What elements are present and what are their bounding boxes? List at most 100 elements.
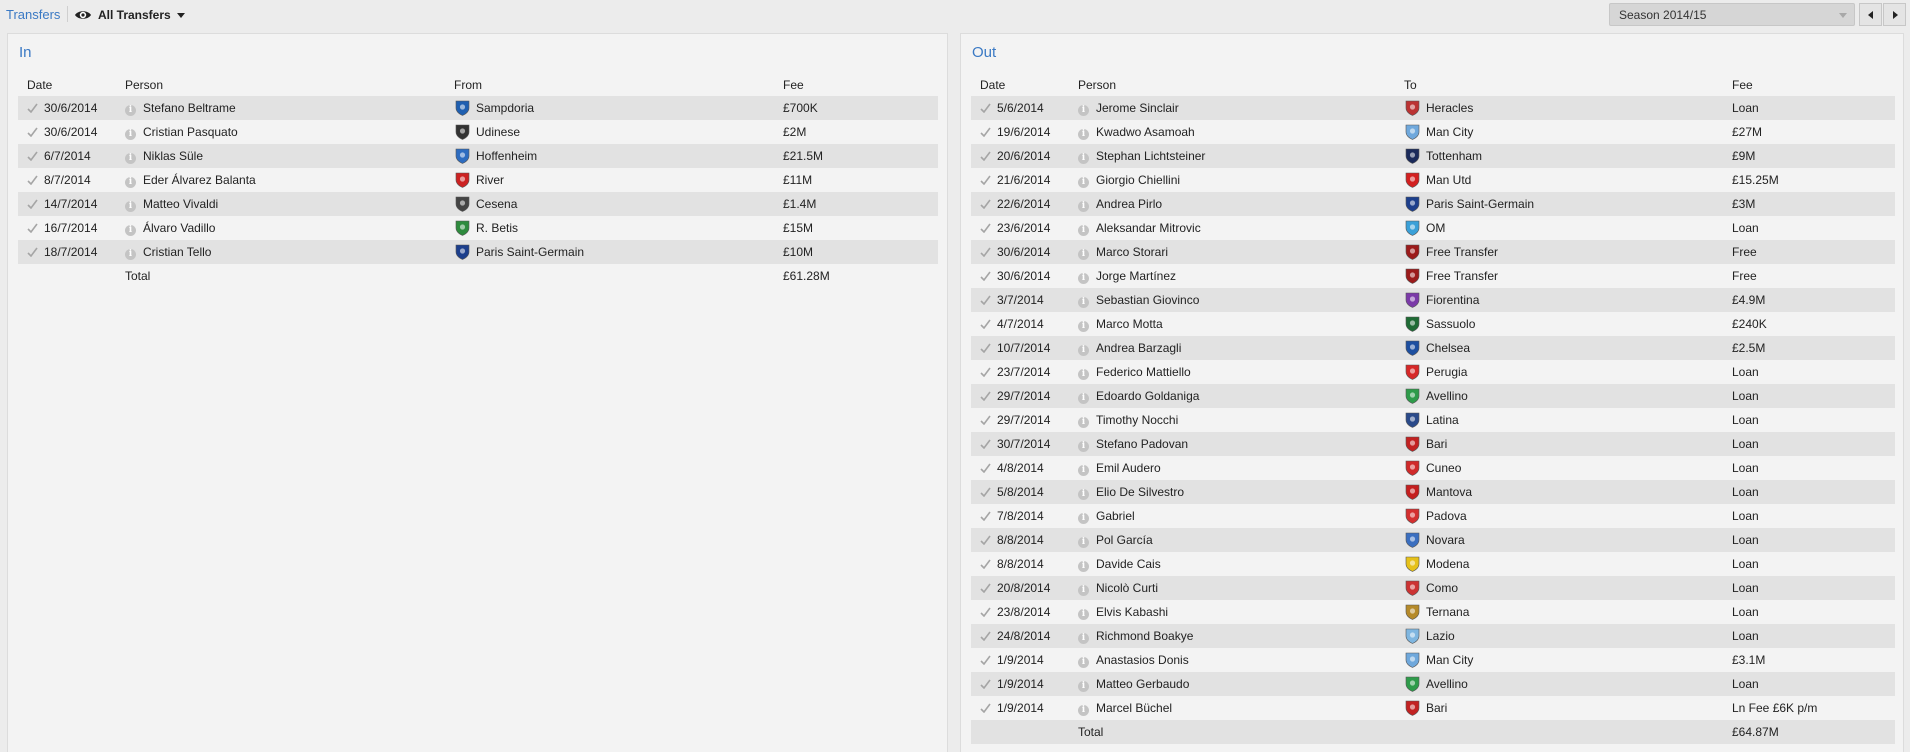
club-link[interactable]: Mantova [1426,485,1472,499]
previous-season-button[interactable] [1859,3,1882,26]
table-row[interactable]: 8/8/2014 i Pol García Novara Loan [971,528,1895,552]
club-link[interactable]: Heracles [1426,101,1473,115]
info-icon[interactable]: i [1078,537,1089,548]
table-row[interactable]: 16/7/2014 i Álvaro Vadillo R. Betis £15M [18,216,938,240]
info-icon[interactable]: i [1078,513,1089,524]
club-link[interactable]: Bari [1426,437,1447,451]
table-row[interactable]: 29/7/2014 i Edoardo Goldaniga Avellino Loan [971,384,1895,408]
person-link[interactable]: Elvis Kabashi [1096,605,1168,619]
info-icon[interactable]: i [1078,273,1089,284]
club-link[interactable]: Paris Saint-Germain [476,245,584,259]
person-link[interactable]: Marco Motta [1096,317,1163,331]
table-row[interactable]: 24/8/2014 i Richmond Boakye Lazio Loan [971,624,1895,648]
person-link[interactable]: Anastasios Donis [1096,653,1189,667]
person-link[interactable]: Jerome Sinclair [1096,101,1179,115]
header-person[interactable]: Person [125,74,163,96]
info-icon[interactable]: i [125,225,136,236]
table-row[interactable]: 4/8/2014 i Emil Audero Cuneo Loan [971,456,1895,480]
info-icon[interactable]: i [1078,465,1089,476]
table-row[interactable]: 6/7/2014 i Niklas Süle Hoffenheim £21.5M [18,144,938,168]
club-link[interactable]: Avellino [1426,677,1468,691]
header-fee[interactable]: Fee [783,74,804,96]
table-row[interactable]: 8/8/2014 i Davide Cais Modena Loan [971,552,1895,576]
person-link[interactable]: Marco Storari [1096,245,1168,259]
info-icon[interactable]: i [1078,225,1089,236]
person-link[interactable]: Pol García [1096,533,1153,547]
info-icon[interactable]: i [125,105,136,116]
club-link[interactable]: Latina [1426,413,1459,427]
person-link[interactable]: Federico Mattiello [1096,365,1191,379]
table-row[interactable]: 1/9/2014 i Anastasios Donis Man City £3.1M [971,648,1895,672]
person-link[interactable]: Marcel Büchel [1096,701,1172,715]
table-row[interactable]: 19/6/2014 i Kwadwo Asamoah Man City £27M [971,120,1895,144]
info-icon[interactable]: i [1078,417,1089,428]
table-row[interactable]: 8/7/2014 i Eder Álvarez Balanta River £11M [18,168,938,192]
person-link[interactable]: Cristian Pasquato [143,125,238,139]
table-row[interactable]: 29/7/2014 i Timothy Nocchi Latina Loan [971,408,1895,432]
person-link[interactable]: Stefano Padovan [1096,437,1188,451]
table-row[interactable]: 23/6/2014 i Aleksandar Mitrovic OM Loan [971,216,1895,240]
club-link[interactable]: Chelsea [1426,341,1470,355]
club-link[interactable]: River [476,173,504,187]
club-link[interactable]: Man Utd [1426,173,1471,187]
person-link[interactable]: Richmond Boakye [1096,629,1193,643]
club-link[interactable]: Como [1426,581,1458,595]
next-season-button[interactable] [1883,3,1906,26]
person-link[interactable]: Kwadwo Asamoah [1096,125,1195,139]
person-link[interactable]: Stephan Lichtsteiner [1096,149,1205,163]
club-link[interactable]: Fiorentina [1426,293,1479,307]
person-link[interactable]: Elio De Silvestro [1096,485,1184,499]
club-link[interactable]: Cesena [476,197,517,211]
club-link[interactable]: Hoffenheim [476,149,537,163]
club-link[interactable]: Padova [1426,509,1467,523]
person-link[interactable]: Andrea Barzagli [1096,341,1181,355]
table-row[interactable]: 23/7/2014 i Federico Mattiello Perugia Loan [971,360,1895,384]
info-icon[interactable]: i [1078,441,1089,452]
club-link[interactable]: Man City [1426,125,1473,139]
person-link[interactable]: Cristian Tello [143,245,211,259]
club-link[interactable]: Free Transfer [1426,245,1498,259]
header-date[interactable]: Date [980,74,1005,96]
club-link[interactable]: Perugia [1426,365,1467,379]
table-row[interactable]: 30/6/2014 i Cristian Pasquato Udinese £2M [18,120,938,144]
club-link[interactable]: Lazio [1426,629,1455,643]
club-link[interactable]: R. Betis [476,221,518,235]
person-link[interactable]: Nicolò Curti [1096,581,1158,595]
table-row[interactable]: 18/7/2014 i Cristian Tello Paris Saint-Germ… [18,240,938,264]
table-row[interactable]: 10/7/2014 i Andrea Barzagli Chelsea £2.5M [971,336,1895,360]
table-row[interactable]: 3/7/2014 i Sebastian Giovinco Fiorentina £4.… [971,288,1895,312]
table-row[interactable]: 7/8/2014 i Gabriel Padova Loan [971,504,1895,528]
table-row[interactable]: 20/6/2014 i Stephan Lichtsteiner Tottenham £… [971,144,1895,168]
info-icon[interactable]: i [1078,705,1089,716]
header-to[interactable]: To [1404,74,1417,96]
info-icon[interactable]: i [1078,321,1089,332]
info-icon[interactable]: i [1078,129,1089,140]
info-icon[interactable]: i [1078,297,1089,308]
person-link[interactable]: Gabriel [1096,509,1135,523]
table-row[interactable]: 4/7/2014 i Marco Motta Sassuolo £240K [971,312,1895,336]
info-icon[interactable]: i [1078,201,1089,212]
club-link[interactable]: Cuneo [1426,461,1461,475]
table-row[interactable]: 30/6/2014 i Stefano Beltrame Sampdoria £700K [18,96,938,120]
table-row[interactable]: 14/7/2014 i Matteo Vivaldi Cesena £1.4M [18,192,938,216]
info-icon[interactable]: i [125,153,136,164]
person-link[interactable]: Álvaro Vadillo [143,221,215,235]
club-link[interactable]: Novara [1426,533,1465,547]
person-link[interactable]: Aleksandar Mitrovic [1096,221,1201,235]
info-icon[interactable]: i [125,201,136,212]
header-person[interactable]: Person [1078,74,1116,96]
info-icon[interactable]: i [1078,249,1089,260]
table-row[interactable]: 1/9/2014 i Matteo Gerbaudo Avellino Loan [971,672,1895,696]
info-icon[interactable]: i [1078,609,1089,620]
person-link[interactable]: Stefano Beltrame [143,101,236,115]
info-icon[interactable]: i [1078,393,1089,404]
table-row[interactable]: 30/7/2014 i Stefano Padovan Bari Loan [971,432,1895,456]
person-link[interactable]: Andrea Pirlo [1096,197,1162,211]
info-icon[interactable]: i [1078,633,1089,644]
club-link[interactable]: Paris Saint-Germain [1426,197,1534,211]
info-icon[interactable]: i [1078,177,1089,188]
club-link[interactable]: OM [1426,221,1445,235]
info-icon[interactable]: i [1078,105,1089,116]
info-icon[interactable]: i [1078,585,1089,596]
club-link[interactable]: Avellino [1426,389,1468,403]
